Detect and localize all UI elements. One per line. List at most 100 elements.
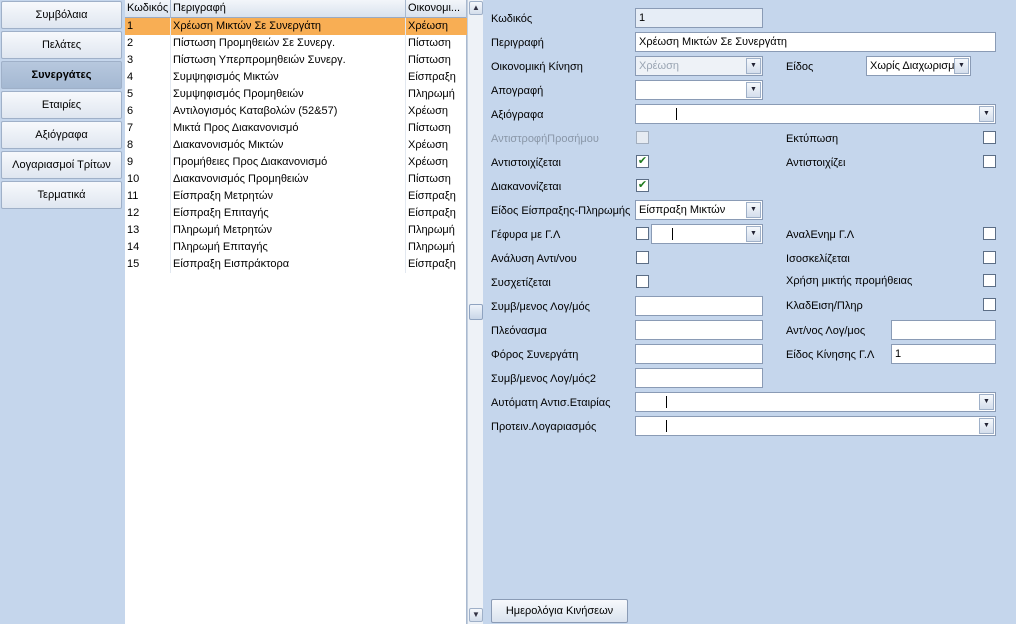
grid-cell-financial: Πίστωση	[408, 54, 451, 66]
grid-cell-financial: Πληρωμή	[408, 224, 455, 236]
collection-type-select[interactable]: Είσπραξη Μικτών ▼	[635, 200, 763, 220]
grid-cell-code: 10	[125, 171, 171, 188]
table-row[interactable]: 15 Είσπραξη Εισπράκτορα Είσπραξη	[125, 256, 467, 273]
matched-checkbox[interactable]: ✔	[636, 155, 649, 168]
grid-cell-financial: Χρέωση	[408, 139, 448, 151]
chevron-down-icon[interactable]: ▼	[746, 58, 761, 74]
description-field[interactable]: Χρέωση Μικτών Σε Συνεργάτη	[635, 32, 996, 52]
table-row[interactable]: 12 Είσπραξη Επιταγής Είσπραξη	[125, 205, 467, 222]
matched-label: Αντιστοιχίζεται	[491, 157, 561, 169]
correlated-checkbox[interactable]	[636, 275, 649, 288]
movement-journals-button[interactable]: Ημερολόγια Κινήσεων	[491, 599, 628, 623]
table-row[interactable]: 1 Χρέωση Μικτών Σε Συνεργάτη Χρέωση	[125, 18, 467, 35]
grid-cell-financial: Είσπραξη	[408, 258, 456, 270]
table-row[interactable]: 5 Συμψηφισμός Προμηθειών Πληρωμή	[125, 86, 467, 103]
matches-label: Αντιστοιχίζει	[786, 157, 846, 169]
grid-cell-financial: Είσπραξη	[408, 71, 456, 83]
chevron-down-icon[interactable]: ▼	[746, 82, 761, 98]
chevron-down-icon[interactable]: ▼	[954, 58, 969, 74]
grid-cell-description: Αντιλογισμός Καταβολών (52&57)	[171, 103, 406, 120]
table-row[interactable]: 3 Πίστωση Υπερπρομηθειών Συνεργ. Πίστωση	[125, 52, 467, 69]
table-row[interactable]: 8 Διακανονισμός Μικτών Χρέωση	[125, 137, 467, 154]
mixed-commission-checkbox[interactable]	[983, 274, 996, 287]
table-row[interactable]: 10 Διακανονισμός Προμηθειών Πίστωση	[125, 171, 467, 188]
surplus-field[interactable]	[635, 320, 763, 340]
suggested-accounts-select[interactable]: ▼	[635, 416, 996, 436]
kind-select[interactable]: Χωρίς Διαχωρισμό ▼	[866, 56, 971, 76]
mixed-commission-label: Χρήση μικτής προμήθειας	[786, 275, 913, 287]
print-label: Εκτύπωση	[786, 133, 839, 145]
sign-reverse-label: ΑντιστροφήΠροσήμου	[491, 133, 599, 145]
scroll-down-icon[interactable]: ▼	[469, 608, 483, 622]
table-row[interactable]: 11 Είσπραξη Μετρητών Είσπραξη	[125, 188, 467, 205]
table-row[interactable]: 9 Προμήθειες Προς Διακανονισμό Χρέωση	[125, 154, 467, 171]
gl-analysis-label: ΑναλΕνημ Γ.Λ	[786, 229, 855, 241]
nav-button-securities[interactable]: Αξιόγραφα	[1, 121, 122, 149]
description-label: Περιγραφή	[491, 37, 544, 49]
code-field[interactable]: 1	[635, 8, 763, 28]
grid-cell-code: 7	[125, 120, 171, 137]
partner-tax-label: Φόρος Συνεργάτη	[491, 349, 579, 361]
kind-value: Χωρίς Διαχωρισμό	[870, 60, 961, 72]
grid-cell-description: Συμψηφισμός Μικτών	[171, 69, 406, 86]
chevron-down-icon[interactable]: ▼	[979, 106, 994, 122]
print-checkbox[interactable]	[983, 131, 996, 144]
chevron-down-icon[interactable]: ▼	[746, 226, 761, 242]
table-row[interactable]: 4 Συμψηφισμός Μικτών Είσπραξη	[125, 69, 467, 86]
gl-bridge-checkbox[interactable]	[636, 227, 649, 240]
grid-cell-description: Διακανονισμός Μικτών	[171, 137, 406, 154]
table-row[interactable]: 7 Μικτά Προς Διακανονισμό Πίστωση	[125, 120, 467, 137]
chevron-down-icon[interactable]: ▼	[979, 394, 994, 410]
balanced-checkbox[interactable]	[983, 251, 996, 264]
nav-button-partners[interactable]: Συνεργάτες	[1, 61, 122, 89]
sidebar-nav: Συμβόλαια Πελάτες Συνεργάτες Εταιρίες Αξ…	[0, 0, 124, 624]
contracted-account-label: Συμβ/μενος Λογ/μός	[491, 301, 590, 313]
counter-account-field[interactable]	[891, 320, 996, 340]
securities-label: Αξιόγραφα	[491, 109, 544, 121]
column-header-financial[interactable]: Οικονομι...	[406, 0, 467, 18]
nav-button-third-party-accounts[interactable]: Λογαριασμοί Τρίτων	[1, 151, 122, 179]
detail-form: Κωδικός 1 Περιγραφή Χρέωση Μικτών Σε Συν…	[484, 0, 1016, 624]
inventory-select[interactable]: ▼	[635, 80, 763, 100]
table-row[interactable]: 14 Πληρωμή Επιταγής Πληρωμή	[125, 239, 467, 256]
grid-cell-code: 14	[125, 239, 171, 256]
column-header-code[interactable]: Κωδικός	[125, 0, 171, 18]
financial-move-select[interactable]: Χρέωση ▼	[635, 56, 763, 76]
inventory-label: Απογραφή	[491, 85, 544, 97]
matches-checkbox[interactable]	[983, 155, 996, 168]
column-header-description[interactable]: Περιγραφή	[171, 0, 406, 18]
table-row[interactable]: 2 Πίστωση Προμηθειών Σε Συνεργ. Πίστωση	[125, 35, 467, 52]
table-row[interactable]: 6 Αντιλογισμός Καταβολών (52&57) Χρέωση	[125, 103, 467, 120]
contracted-account-field[interactable]	[635, 296, 763, 316]
code-label: Κωδικός	[491, 13, 533, 25]
counter-analysis-checkbox[interactable]	[636, 251, 649, 264]
grid-scrollbar[interactable]: ▲ ▼	[467, 0, 483, 624]
securities-select[interactable]: ▼	[635, 104, 996, 124]
table-row[interactable]: 13 Πληρωμή Μετρητών Πληρωμή	[125, 222, 467, 239]
scroll-up-icon[interactable]: ▲	[469, 1, 483, 15]
chevron-down-icon[interactable]: ▼	[979, 418, 994, 434]
chevron-down-icon[interactable]: ▼	[746, 202, 761, 218]
auto-company-match-select[interactable]: ▼	[635, 392, 996, 412]
gl-analysis-checkbox[interactable]	[983, 227, 996, 240]
branch-pay-checkbox[interactable]	[983, 298, 996, 311]
grid-cell-code: 6	[125, 103, 171, 120]
partner-tax-field[interactable]	[635, 344, 763, 364]
scroll-thumb[interactable]	[469, 304, 483, 320]
suggested-accounts-label: Προτειν.Λογαριασμός	[491, 421, 597, 433]
contracted-account2-field[interactable]	[635, 368, 763, 388]
grid-cell-code: 1	[125, 18, 171, 35]
nav-button-terminals[interactable]: Τερματικά	[1, 181, 122, 209]
grid-cell-financial: Χρέωση	[408, 105, 448, 117]
gl-move-type-field[interactable]: 1	[891, 344, 996, 364]
grid-cell-description: Χρέωση Μικτών Σε Συνεργάτη	[171, 18, 406, 35]
grid-cell-financial: Χρέωση	[408, 20, 448, 32]
nav-button-contracts[interactable]: Συμβόλαια	[1, 1, 122, 29]
grid-cell-financial: Πίστωση	[408, 173, 451, 185]
settled-checkbox[interactable]: ✔	[636, 179, 649, 192]
nav-button-customers[interactable]: Πελάτες	[1, 31, 122, 59]
nav-button-companies[interactable]: Εταιρίες	[1, 91, 122, 119]
sign-reverse-checkbox[interactable]	[636, 131, 649, 144]
gl-bridge-select[interactable]: ▼	[651, 224, 763, 244]
gl-bridge-label: Γέφυρα με Γ.Λ	[491, 229, 561, 241]
